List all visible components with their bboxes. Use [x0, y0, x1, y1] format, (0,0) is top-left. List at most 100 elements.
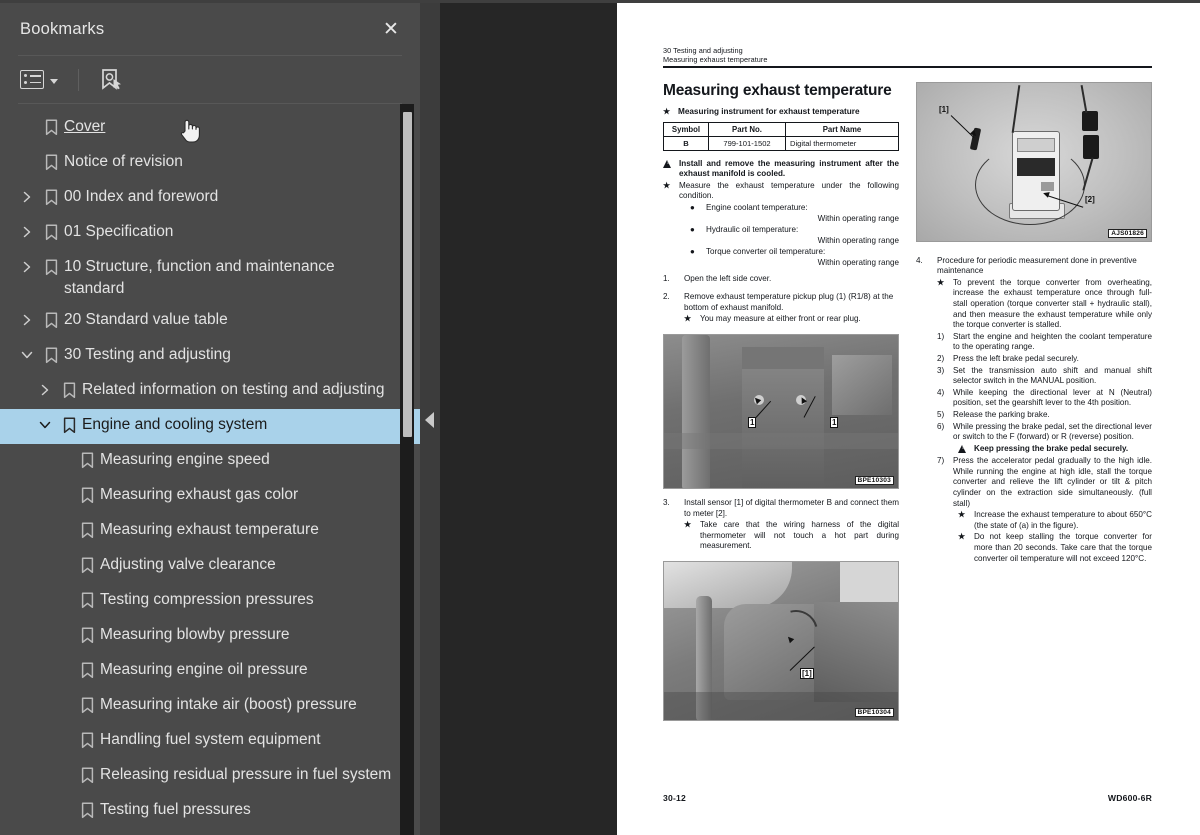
bookmark-item[interactable]: Measuring intake air (boost) pressure: [0, 689, 420, 724]
bookmarks-scrollbar[interactable]: [400, 104, 414, 835]
bookmark-item[interactable]: Related information on testing and adjus…: [0, 374, 420, 409]
bookmark-item[interactable]: Testing compression pressures: [0, 584, 420, 619]
bookmark-item-label: Measuring blowby pressure: [100, 626, 290, 643]
instrument-subtitle-text: Measuring instrument for exhaust tempera…: [678, 106, 860, 116]
chevron-right-icon[interactable]: [34, 378, 56, 402]
bookmark-item[interactable]: Handling fuel system equipment: [0, 724, 420, 759]
substep-1: 1) Start the engine and heighten the coo…: [916, 332, 1152, 353]
bookmark-item[interactable]: Adjusting valve clearance: [0, 549, 420, 584]
substep-2: 2) Press the left brake pedal securely.: [916, 354, 1152, 365]
bookmark-item[interactable]: 30 Testing and adjusting: [0, 339, 420, 374]
step-1: 1. Open the left side cover.: [663, 274, 899, 285]
pdf-viewer[interactable]: 30 Testing and adjusting Measuring exhau…: [440, 0, 1200, 835]
bookmark-item[interactable]: 00 Index and foreword: [0, 181, 420, 216]
th-part-no: Part No.: [708, 121, 786, 137]
warning-1: ! Install and remove the measuring instr…: [663, 159, 899, 180]
pdf-reader-window: Bookmarks ✕ Cover Notice of revision 00 …: [0, 0, 1200, 835]
step-3: 3. Install sensor [1] of digital thermom…: [663, 498, 899, 519]
warning-triangle-icon: !: [663, 159, 679, 180]
table-header-row: Symbol Part No. Part Name: [663, 121, 899, 137]
star-marker-icon: ★: [663, 106, 671, 116]
note-1-text: Measure the exhaust temperature under th…: [679, 180, 899, 201]
bookmark-options-button[interactable]: [18, 67, 60, 92]
chevron-right-icon[interactable]: [16, 255, 38, 279]
bookmark-item[interactable]: Engine and cooling system: [0, 409, 420, 444]
bookmark-item[interactable]: Releasing residual pressure in fuel syst…: [0, 759, 420, 794]
chevron-right-icon[interactable]: [16, 220, 38, 244]
note-b: ★ Do not keep stalling the torque conver…: [916, 532, 1152, 564]
note-a-text: Increase the exhaust temperature to abou…: [974, 510, 1152, 530]
bookmark-item[interactable]: 01 Specification: [0, 216, 420, 251]
substep-text: Set the transmission auto shift and manu…: [953, 365, 1152, 386]
bookmark-icon: [38, 150, 64, 174]
bookmark-item[interactable]: Notice of revision: [0, 146, 420, 181]
bookmark-item[interactable]: 10 Structure, function and maintenance s…: [0, 251, 420, 304]
bookmark-item[interactable]: Cover: [0, 111, 420, 146]
bookmark-item[interactable]: 20 Standard value table: [0, 304, 420, 339]
page-number: 30-12: [663, 793, 686, 803]
bookmark-item-label: Measuring exhaust temperature: [100, 521, 319, 538]
step-3-note-text: Take care that the wiring harness of the…: [700, 520, 899, 551]
bookmarks-toolbar: [0, 56, 420, 103]
substep-number: 3): [937, 365, 945, 375]
bookmark-icon: [38, 308, 64, 332]
figure-callout: [1]: [800, 667, 814, 679]
chevron-right-icon[interactable]: [16, 308, 38, 332]
chevron-right-icon[interactable]: [16, 185, 38, 209]
table-row: B 799-101-1502 Digital thermometer: [663, 135, 899, 151]
condition-item: ● Torque converter oil temperature: With…: [663, 247, 899, 268]
bookmark-item-label: 01 Specification: [64, 223, 174, 240]
bookmark-item-label: Measuring engine speed: [100, 451, 270, 468]
bookmark-item-label: Measuring intake air (boost) pressure: [100, 696, 357, 713]
bookmark-icon: [74, 623, 100, 647]
figure-code: AJS01826: [1108, 228, 1147, 238]
bookmark-icon: [56, 378, 82, 402]
bookmark-item-label: Handling fuel system equipment: [100, 731, 321, 748]
bookmark-item[interactable]: Measuring engine oil pressure: [0, 654, 420, 689]
chevron-down-icon[interactable]: [34, 413, 56, 437]
bookmark-item[interactable]: Measuring exhaust temperature: [0, 514, 420, 549]
chevron-down-icon[interactable]: [16, 343, 38, 367]
star-marker-icon: ★: [684, 314, 692, 324]
bookmark-icon: [74, 553, 100, 577]
star-marker-icon: ★: [958, 510, 966, 520]
left-column: Measuring exhaust temperature ★ Measurin…: [663, 82, 899, 721]
bookmark-item[interactable]: Measuring engine speed: [0, 444, 420, 479]
bookmarks-tree-scroll[interactable]: Cover Notice of revision 00 Index and fore…: [0, 104, 420, 835]
th-part-name: Part Name: [785, 121, 899, 137]
bookmarks-panel: Bookmarks ✕ Cover Notice of revision 00 …: [0, 0, 420, 835]
bookmarks-panel-header: Bookmarks ✕: [0, 3, 420, 55]
panel-divider[interactable]: [420, 0, 440, 835]
note-b-text: Do not keep stalling the torque converte…: [974, 532, 1152, 563]
substep-4: 4) While keeping the directional lever a…: [916, 388, 1152, 409]
bookmark-item[interactable]: Testing fuel pressures: [0, 794, 420, 829]
bookmark-item-label: 20 Standard value table: [64, 311, 228, 328]
parts-table: Symbol Part No. Part Name B 799-101-1502…: [663, 121, 899, 151]
bookmark-item-label: Related information on testing and adjus…: [82, 381, 385, 398]
list-options-icon: [20, 70, 44, 89]
bookmark-icon: [74, 763, 100, 787]
bookmark-icon: [38, 255, 64, 279]
figure-callout: 1: [748, 416, 757, 428]
substep-text: While keeping the directional lever at N…: [953, 387, 1152, 408]
substep-number: 5): [937, 409, 945, 419]
note-a: ★ Increase the exhaust temperature to ab…: [916, 510, 1152, 531]
substep-text: Start the engine and heighten the coolan…: [953, 331, 1152, 352]
new-bookmark-button[interactable]: [97, 64, 125, 96]
bookmark-icon: [74, 518, 100, 542]
figure-code: BPE10304: [854, 707, 894, 717]
bookmarks-tree: Cover Notice of revision 00 Index and fore…: [0, 111, 420, 829]
figure-code: BPE10303: [854, 475, 894, 485]
step-4-note: ★ To prevent the torque converter from o…: [916, 278, 1152, 331]
figure-callout: [2]: [1085, 194, 1095, 204]
bookmark-item[interactable]: Measuring blowby pressure: [0, 619, 420, 654]
model-number: WD600-6R: [1107, 793, 1152, 803]
condition-label: Engine coolant temperature:: [706, 202, 808, 212]
bookmarks-scrollbar-thumb[interactable]: [402, 112, 412, 437]
figure-callout: [1]: [939, 104, 949, 114]
bookmark-item[interactable]: Measuring exhaust gas color: [0, 479, 420, 514]
star-marker-icon: ★: [958, 532, 966, 542]
close-icon[interactable]: ✕: [380, 18, 402, 40]
toolbar-separator: [78, 68, 79, 91]
collapse-left-arrow-icon[interactable]: [425, 412, 434, 428]
